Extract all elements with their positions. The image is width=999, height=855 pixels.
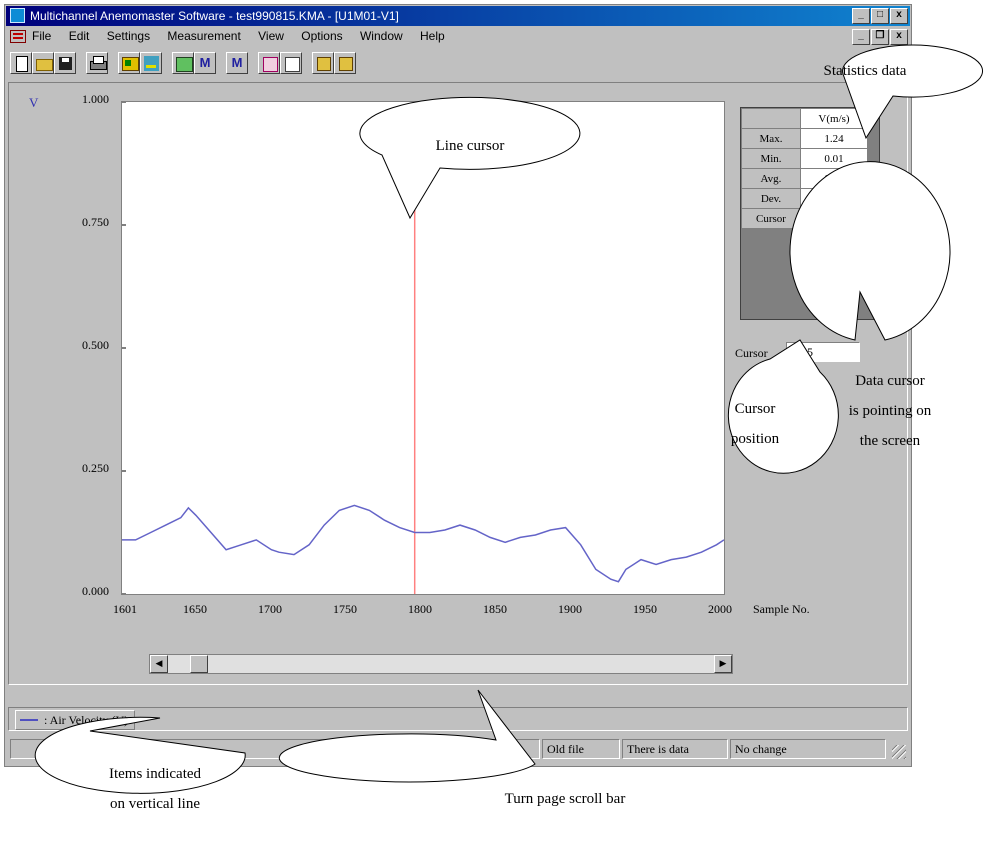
menu-window[interactable]: Window xyxy=(360,29,403,43)
resize-grip[interactable] xyxy=(892,745,906,759)
menu-view[interactable]: View xyxy=(258,29,284,43)
display-icon[interactable] xyxy=(118,52,140,74)
menu-file[interactable]: File xyxy=(32,29,51,43)
child-close-button[interactable]: x xyxy=(890,29,908,45)
line-chart[interactable] xyxy=(122,102,724,594)
x-tick-label: 1750 xyxy=(333,602,357,616)
status-data: There is data xyxy=(622,739,728,759)
new-icon[interactable] xyxy=(10,52,32,74)
plot-area[interactable] xyxy=(121,101,725,595)
stats-row-label: Max. xyxy=(741,128,801,149)
maximize-button[interactable]: □ xyxy=(871,8,889,24)
menu-help[interactable]: Help xyxy=(420,29,445,43)
list-icon[interactable] xyxy=(258,52,280,74)
x-tick-label: 1800 xyxy=(408,602,432,616)
cursor-label: Cursor xyxy=(735,346,768,360)
stats-min-value: 0.01 xyxy=(800,148,868,169)
callout-statistics: Statistics data xyxy=(823,63,907,79)
measure-icon[interactable]: M xyxy=(194,52,216,74)
x-tick-label: 1700 xyxy=(258,602,282,616)
child-restore-button[interactable]: ❐ xyxy=(871,29,889,45)
title-bar[interactable]: Multichannel Anemomaster Software - test… xyxy=(6,6,910,26)
series-line-air-velocity xyxy=(122,504,724,583)
table-icon[interactable] xyxy=(280,52,302,74)
child-minimize-button[interactable]: _ xyxy=(852,29,870,45)
monitor-icon[interactable]: M xyxy=(226,52,248,74)
status-change: No change xyxy=(730,739,886,759)
scroll-thumb[interactable] xyxy=(190,655,208,673)
stats-avg-value: 0.14 xyxy=(800,168,868,189)
x-tick-label: 1900 xyxy=(558,602,582,616)
y-tick-label: 1.000 xyxy=(82,92,109,106)
page-scroll-bar[interactable]: ◀ ▶ xyxy=(149,654,733,674)
export-icon[interactable] xyxy=(312,52,334,74)
x-tick-label: 1950 xyxy=(633,602,657,616)
statistics-table: V(m/s) Max. 1.24 Min. 0.01 Avg. 0.14 Dev. 0.… xyxy=(740,107,880,320)
callout-scroll-bar: Turn page scroll bar xyxy=(504,791,626,807)
stats-dev-value: 0.062 xyxy=(800,188,868,209)
stats-cursor-value: 0.12 xyxy=(800,208,868,229)
menu-bar: File Edit Settings Measurement View Opti… xyxy=(6,27,910,47)
x-axis-label: Sample No. xyxy=(753,602,810,616)
measure-start-icon[interactable] xyxy=(172,52,194,74)
legend-item-air-velocity[interactable]: : Air Velocity (V) xyxy=(15,710,136,730)
cursor-position-field[interactable]: 1795 xyxy=(786,342,860,362)
graph-icon[interactable] xyxy=(140,52,162,74)
scroll-left-button[interactable]: ◀ xyxy=(150,655,168,673)
menu-options[interactable]: Options xyxy=(301,29,342,43)
legend-line-swatch xyxy=(20,719,38,721)
stats-row-label: Cursor xyxy=(741,208,801,229)
callout-data-cursor-2: is pointing on xyxy=(848,403,932,419)
x-tick-label: 1650 xyxy=(183,602,207,616)
callout-items-1: Items indicated xyxy=(108,766,202,782)
save-icon[interactable] xyxy=(54,52,76,74)
callout-line-cursor: Line cursor xyxy=(435,138,505,154)
import-icon[interactable] xyxy=(334,52,356,74)
stats-max-value: 1.24 xyxy=(800,128,868,149)
stats-row-label: Avg. xyxy=(741,168,801,189)
graph-view: V 1.000 0.750 0.500 0.250 0.000 1601 165… xyxy=(8,82,908,685)
status-file: Old file xyxy=(542,739,620,759)
menu-settings[interactable]: Settings xyxy=(107,29,150,43)
open-icon[interactable] xyxy=(32,52,54,74)
callout-data-cursor-3: the screen xyxy=(859,433,921,449)
stats-header: V(m/s) xyxy=(800,108,868,129)
stats-corner xyxy=(741,108,801,129)
toolbar: M M xyxy=(6,49,910,79)
main-window: Multichannel Anemomaster Software - test… xyxy=(4,4,912,767)
y-tick-label: 0.000 xyxy=(82,584,109,598)
app-icon[interactable] xyxy=(10,8,25,23)
scroll-right-button[interactable]: ▶ xyxy=(714,655,732,673)
callout-data-cursor-1: Data cursor xyxy=(855,373,925,389)
minimize-button[interactable]: _ xyxy=(852,8,870,24)
legend-label: : Air Velocity (V) xyxy=(44,713,129,727)
status-bar: Old file There is data No change xyxy=(8,737,908,761)
stats-row-label: Min. xyxy=(741,148,801,169)
y-tick-label: 0.750 xyxy=(82,215,109,229)
menu-edit[interactable]: Edit xyxy=(69,29,90,43)
callout-items-2: on vertical line xyxy=(110,796,200,812)
status-pane-main xyxy=(10,739,540,759)
menu-measurement[interactable]: Measurement xyxy=(167,29,240,43)
document-icon[interactable] xyxy=(10,30,26,43)
print-icon[interactable] xyxy=(86,52,108,74)
callout-cursor-position-1: Cursor xyxy=(734,401,776,417)
callout-cursor-position-2: position xyxy=(730,431,780,447)
stats-row-label: Dev. xyxy=(741,188,801,209)
x-tick-label: 1850 xyxy=(483,602,507,616)
y-tick-label: 0.500 xyxy=(82,338,109,352)
x-tick-label: 1601 xyxy=(113,602,137,616)
legend-bar: : Air Velocity (V) xyxy=(8,707,908,731)
x-tick-label: 2000 xyxy=(708,602,732,616)
y-tick-label: 0.250 xyxy=(82,461,109,475)
close-button[interactable]: x xyxy=(890,8,908,24)
y-axis-label: V xyxy=(29,95,39,110)
window-title: Multichannel Anemomaster Software - test… xyxy=(30,9,399,23)
